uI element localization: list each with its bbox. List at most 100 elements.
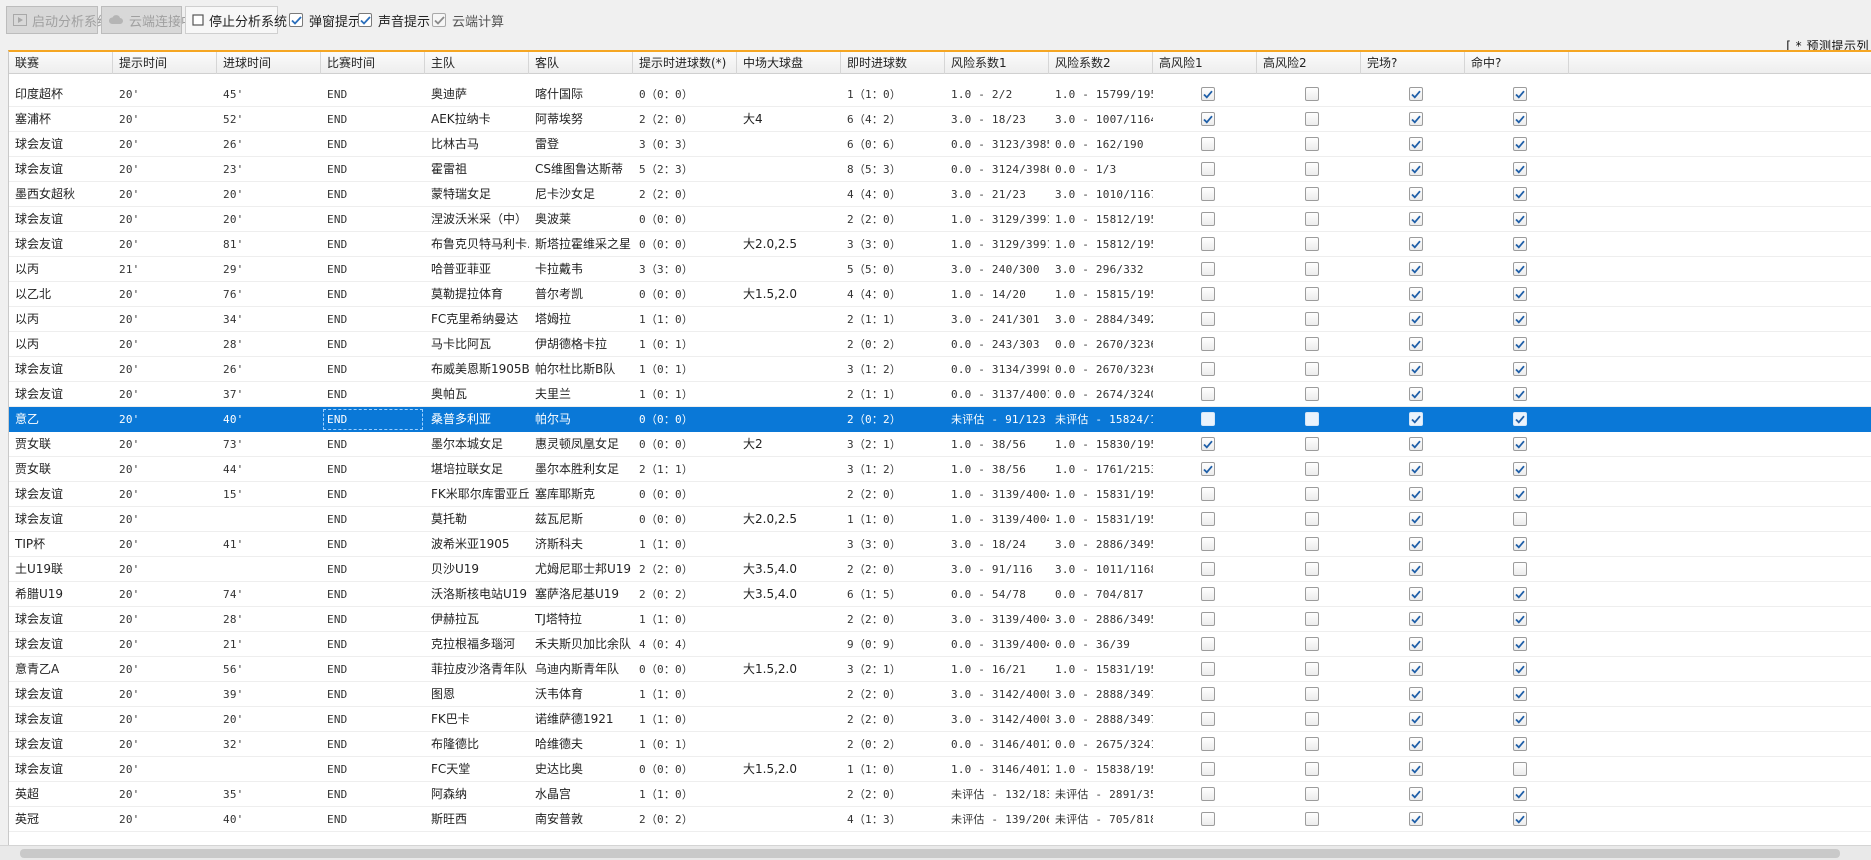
finished-checkbox[interactable] (1409, 387, 1423, 401)
high-risk2-checkbox[interactable] (1305, 462, 1319, 476)
hit-checkbox[interactable] (1513, 787, 1527, 801)
column-header-finished[interactable]: 完场? (1361, 52, 1465, 74)
column-header-goal-time[interactable]: 进球时间 (217, 52, 321, 74)
high-risk1-checkbox[interactable] (1201, 212, 1215, 226)
column-header-home-team[interactable]: 主队 (425, 52, 529, 74)
sound-alert-toggle[interactable]: 声音提示 (358, 10, 430, 30)
hit-checkbox[interactable] (1513, 212, 1527, 226)
hit-checkbox[interactable] (1513, 137, 1527, 151)
high-risk2-checkbox[interactable] (1305, 812, 1319, 826)
table-row[interactable]: 以乙北 20' 76' END 莫勒提拉体育 普尔考凯 0（0：0） 大1.5,2.0 4（4：… (9, 282, 1871, 307)
table-row[interactable]: 希腊U19 20' 74' END 沃洛斯核电站U19 塞萨洛尼基U19 2（0：2） 大3.… (9, 582, 1871, 607)
high-risk1-checkbox[interactable] (1201, 112, 1215, 126)
column-header-away-team[interactable]: 客队 (529, 52, 633, 74)
high-risk1-checkbox[interactable] (1201, 737, 1215, 751)
high-risk1-checkbox[interactable] (1201, 437, 1215, 451)
high-risk2-checkbox[interactable] (1305, 312, 1319, 326)
column-header-tip-score[interactable]: 提示时进球数(*) (633, 52, 737, 74)
finished-checkbox[interactable] (1409, 437, 1423, 451)
high-risk1-checkbox[interactable] (1201, 587, 1215, 601)
finished-checkbox[interactable] (1409, 512, 1423, 526)
hit-checkbox[interactable] (1513, 562, 1527, 576)
high-risk2-checkbox[interactable] (1305, 662, 1319, 676)
high-risk1-checkbox[interactable] (1201, 237, 1215, 251)
finished-checkbox[interactable] (1409, 287, 1423, 301)
column-header-risk1[interactable]: 风险系数1 (945, 52, 1049, 74)
popup-alert-toggle[interactable]: 弹窗提示 (289, 10, 361, 30)
column-header-high-risk2[interactable]: 高风险2 (1257, 52, 1361, 74)
hit-checkbox[interactable] (1513, 612, 1527, 626)
high-risk2-checkbox[interactable] (1305, 187, 1319, 201)
hit-checkbox[interactable] (1513, 762, 1527, 776)
table-row[interactable]: 以丙 20' 34' END FC克里希纳曼达 塔姆拉 1（1：0） 2（1：1） 3.0 - … (9, 307, 1871, 332)
table-row[interactable]: 球会友谊 20' END FC天堂 史达比奥 0（0：0） 大1.5,2.0 1（1：0） 1.… (9, 757, 1871, 782)
table-row[interactable]: 球会友谊 20' 20' END 涅波沃米采（中） 奥波莱 0（0：0） 2（2：0） 1.0 … (9, 207, 1871, 232)
table-row[interactable]: 英超 20' 35' END 阿森纳 水晶宫 1（1：0） 2（2：0） 未评估 - 132/1… (9, 782, 1871, 807)
table-row[interactable]: 球会友谊 20' 15' END FK米耶尔库雷亚丘克塞库耶斯克 0（0：0） 2（2：0）… (9, 482, 1871, 507)
finished-checkbox[interactable] (1409, 562, 1423, 576)
finished-checkbox[interactable] (1409, 612, 1423, 626)
table-row[interactable]: 球会友谊 20' 81' END 布鲁克贝特马利卡... 斯塔拉霍维采之星 0（0：0） 大2… (9, 232, 1871, 257)
hit-checkbox[interactable] (1513, 187, 1527, 201)
high-risk2-checkbox[interactable] (1305, 387, 1319, 401)
table-row[interactable]: 球会友谊 20' 32' END 布隆德比 哈维德夫 1（0：1） 2（0：2） 0.0 - 3… (9, 732, 1871, 757)
finished-checkbox[interactable] (1409, 187, 1423, 201)
high-risk2-checkbox[interactable] (1305, 162, 1319, 176)
high-risk2-checkbox[interactable] (1305, 362, 1319, 376)
start-analysis-button[interactable]: 启动分析系统 (6, 6, 110, 34)
high-risk1-checkbox[interactable] (1201, 637, 1215, 651)
high-risk2-checkbox[interactable] (1305, 737, 1319, 751)
finished-checkbox[interactable] (1409, 462, 1423, 476)
high-risk1-checkbox[interactable] (1201, 287, 1215, 301)
hit-checkbox[interactable] (1513, 587, 1527, 601)
high-risk1-checkbox[interactable] (1201, 187, 1215, 201)
table-row[interactable]: 球会友谊 20' 26' END 比林古马 雷登 3（0：3） 6（0：6） 0.0 - 312… (9, 132, 1871, 157)
high-risk1-checkbox[interactable] (1201, 812, 1215, 826)
high-risk1-checkbox[interactable] (1201, 562, 1215, 576)
table-row[interactable]: 贾女联 20' 44' END 堪培拉联女足 墨尔本胜利女足 2（1：1） 3（1：2） 1.0… (9, 457, 1871, 482)
hit-checkbox[interactable] (1513, 687, 1527, 701)
hit-checkbox[interactable] (1513, 162, 1527, 176)
hit-checkbox[interactable] (1513, 812, 1527, 826)
high-risk2-checkbox[interactable] (1305, 237, 1319, 251)
table-row[interactable]: 意乙 20' 40' END 桑普多利亚 帕尔马 0（0：0） 2（0：2） 未评估 - 91/… (9, 407, 1871, 432)
high-risk1-checkbox[interactable] (1201, 87, 1215, 101)
table-row[interactable]: 球会友谊 20' 28' END 伊赫拉瓦 TJ塔特拉 1（1：0） 2（2：0） 3.0 - … (9, 607, 1871, 632)
high-risk1-checkbox[interactable] (1201, 662, 1215, 676)
high-risk2-checkbox[interactable] (1305, 712, 1319, 726)
high-risk1-checkbox[interactable] (1201, 462, 1215, 476)
high-risk2-checkbox[interactable] (1305, 587, 1319, 601)
high-risk2-checkbox[interactable] (1305, 87, 1319, 101)
table-row[interactable]: 墨西女超秋 20' 20' END 蒙特瑞女足 尼卡沙女足 2（2：0） 4（4：0） 3.0 … (9, 182, 1871, 207)
horizontal-scrollbar[interactable] (0, 845, 1871, 860)
hit-checkbox[interactable] (1513, 112, 1527, 126)
high-risk2-checkbox[interactable] (1305, 487, 1319, 501)
high-risk2-checkbox[interactable] (1305, 562, 1319, 576)
high-risk2-checkbox[interactable] (1305, 687, 1319, 701)
high-risk2-checkbox[interactable] (1305, 437, 1319, 451)
table-row[interactable]: 意青乙A 20' 56' END 菲拉皮沙洛青年队 乌迪内斯青年队 0（0：0） 大1.5,2… (9, 657, 1871, 682)
column-header-risk2[interactable]: 风险系数2 (1049, 52, 1153, 74)
cloud-calc-toggle[interactable]: 云端计算 (432, 10, 504, 30)
hit-checkbox[interactable] (1513, 387, 1527, 401)
hit-checkbox[interactable] (1513, 662, 1527, 676)
finished-checkbox[interactable] (1409, 262, 1423, 276)
column-header-league[interactable]: 联赛 (9, 52, 113, 74)
finished-checkbox[interactable] (1409, 712, 1423, 726)
high-risk2-checkbox[interactable] (1305, 762, 1319, 776)
finished-checkbox[interactable] (1409, 137, 1423, 151)
high-risk1-checkbox[interactable] (1201, 262, 1215, 276)
table-row[interactable]: 球会友谊 20' 39' END 图恩 沃韦体育 1（1：0） 2（2：0） 3.0 - 314… (9, 682, 1871, 707)
column-header-high-risk1[interactable]: 高风险1 (1153, 52, 1257, 74)
high-risk1-checkbox[interactable] (1201, 712, 1215, 726)
table-row[interactable]: 球会友谊 20' 21' END 克拉根福多瑙河 禾夫斯贝加比余队 4（0：4） 9（0：9）… (9, 632, 1871, 657)
column-header-hit[interactable]: 命中? (1465, 52, 1569, 74)
high-risk1-checkbox[interactable] (1201, 312, 1215, 326)
table-row[interactable]: 球会友谊 20' 37' END 奥帕瓦 夫里兰 1（0：1） 2（1：1） 0.0 - 313… (9, 382, 1871, 407)
finished-checkbox[interactable] (1409, 812, 1423, 826)
finished-checkbox[interactable] (1409, 312, 1423, 326)
high-risk1-checkbox[interactable] (1201, 612, 1215, 626)
finished-checkbox[interactable] (1409, 412, 1423, 426)
high-risk1-checkbox[interactable] (1201, 787, 1215, 801)
column-header-tip-time[interactable]: 提示时间 (113, 52, 217, 74)
